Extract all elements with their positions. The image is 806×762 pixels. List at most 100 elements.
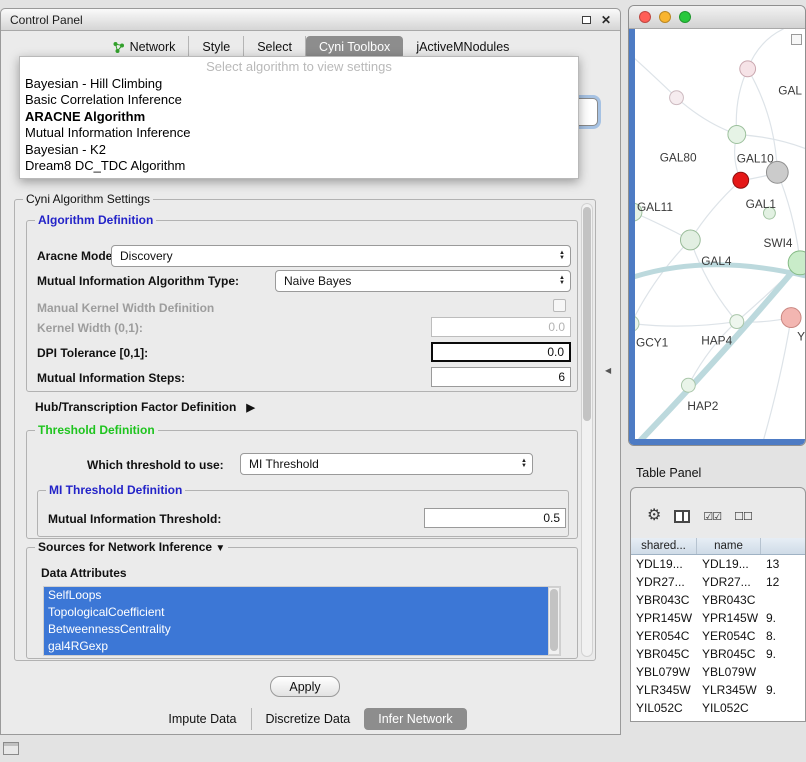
kernel-width-label: Kernel Width (0,1): xyxy=(37,321,143,335)
control-panel-window: Control Panel ✕ Network Style Select Cyn… xyxy=(0,8,621,735)
group-title: Cyni Algorithm Settings xyxy=(23,192,153,206)
table-cell: YER054C xyxy=(697,627,761,645)
algorithm-option-selected[interactable]: ARACNE Algorithm xyxy=(20,109,578,126)
network-node-label: HAP4 xyxy=(701,333,732,347)
list-scrollbar[interactable] xyxy=(548,587,560,655)
restore-panel-icon[interactable] xyxy=(3,742,19,755)
network-edge[interactable] xyxy=(677,98,737,135)
table-cell: YIL052C xyxy=(697,699,761,717)
network-edge[interactable] xyxy=(690,240,736,322)
network-node[interactable] xyxy=(781,308,801,328)
group-title: Threshold Definition xyxy=(35,423,158,437)
network-node[interactable] xyxy=(733,172,749,188)
network-node[interactable] xyxy=(680,230,700,250)
mi-threshold-input[interactable] xyxy=(424,508,566,528)
attribute-item-selected[interactable]: BetweennessCentrality xyxy=(44,621,548,638)
chevron-right-icon[interactable]: ▶ xyxy=(246,401,254,414)
tab-discretize-data[interactable]: Discretize Data xyxy=(252,708,365,730)
column-header[interactable]: shared... xyxy=(631,538,697,554)
mi-steps-input[interactable] xyxy=(431,367,571,387)
column-header[interactable] xyxy=(761,538,805,554)
manual-kernel-width-checkbox[interactable] xyxy=(553,299,566,312)
table-row[interactable]: YPR145WYPR145W9. xyxy=(631,609,805,627)
table-body: YDL19...YDL19...13YDR27...YDR27...12YBR0… xyxy=(631,555,805,717)
algorithm-option[interactable]: Mutual Information Inference xyxy=(20,125,578,142)
float-window-icon[interactable] xyxy=(582,16,591,24)
close-traffic-light-icon[interactable] xyxy=(639,11,651,23)
algorithm-option[interactable]: Dream8 DC_TDC Algorithm xyxy=(20,158,578,175)
table-row[interactable]: YBR045CYBR045C9. xyxy=(631,645,805,663)
network-edge[interactable] xyxy=(641,263,800,439)
splitter-collapse-icon[interactable]: ◀ xyxy=(605,366,611,375)
network-edge[interactable] xyxy=(635,59,677,98)
table-row[interactable]: YLR345WYLR345W9. xyxy=(631,681,805,699)
scrollbar-thumb[interactable] xyxy=(550,589,558,651)
table-cell: YBL079W xyxy=(631,663,697,681)
table-row[interactable]: YBL079WYBL079W xyxy=(631,663,805,681)
network-node[interactable] xyxy=(635,316,639,332)
chevron-updown-icon: ▲▼ xyxy=(521,459,527,469)
aracne-mode-select[interactable]: Discovery ▲▼ xyxy=(111,245,571,267)
mi-steps-label: Mutual Information Steps: xyxy=(37,371,185,385)
which-threshold-select[interactable]: MI Threshold ▲▼ xyxy=(240,453,533,475)
gear-icon[interactable]: ⚙ xyxy=(647,508,661,524)
select-all-icon[interactable]: ☑☑ xyxy=(703,510,721,523)
bottom-tab-bar: Impute Data Discretize Data Infer Networ… xyxy=(1,708,620,730)
data-attributes-list[interactable]: SelfLoops TopologicalCoefficient Between… xyxy=(43,586,561,656)
network-node[interactable] xyxy=(730,315,744,329)
table-cell: 9. xyxy=(761,609,805,627)
scrollbar-thumb[interactable] xyxy=(583,207,591,421)
attribute-item-selected[interactable]: gal4RGexp xyxy=(44,638,548,655)
window-title: Control Panel xyxy=(10,13,83,27)
table-row[interactable]: YER054CYER054C8. xyxy=(631,627,805,645)
tab-impute-data[interactable]: Impute Data xyxy=(154,708,251,730)
sources-group-title[interactable]: Sources for Network Inference ▼ xyxy=(35,540,228,554)
network-canvas-area[interactable]: GALGAL80GAL10GAL11GAL1SWI4GAL4GCY1HAP4HA… xyxy=(629,29,805,445)
algorithm-option[interactable]: Bayesian - K2 xyxy=(20,142,578,159)
network-node-label: GCY1 xyxy=(636,335,669,349)
apply-button[interactable]: Apply xyxy=(270,676,340,697)
algorithm-option[interactable]: Basic Correlation Inference xyxy=(20,92,578,109)
mi-algorithm-type-select[interactable]: Naive Bayes ▲▼ xyxy=(275,270,571,292)
deselect-all-icon[interactable]: ☐☐ xyxy=(734,510,752,523)
chevron-updown-icon: ▲▼ xyxy=(559,251,565,261)
network-edge[interactable] xyxy=(688,322,736,386)
zoom-traffic-light-icon[interactable] xyxy=(679,11,691,23)
column-header[interactable]: name xyxy=(697,538,761,554)
network-edge[interactable] xyxy=(635,240,690,324)
attribute-item-selected[interactable]: SelfLoops xyxy=(44,587,548,604)
network-node[interactable] xyxy=(670,91,684,105)
network-edge[interactable] xyxy=(635,322,737,327)
dpi-tolerance-input[interactable] xyxy=(431,342,571,362)
columns-icon[interactable] xyxy=(674,510,690,523)
network-node[interactable] xyxy=(681,378,695,392)
tab-infer-network[interactable]: Infer Network xyxy=(364,708,466,730)
close-window-icon[interactable]: ✕ xyxy=(601,14,611,26)
minimize-traffic-light-icon[interactable] xyxy=(659,11,671,23)
network-edge[interactable] xyxy=(736,69,747,135)
algorithm-option[interactable]: Bayesian - Hill Climbing xyxy=(20,76,578,93)
network-edge[interactable] xyxy=(763,318,791,439)
network-node[interactable] xyxy=(728,126,746,144)
table-cell: YPR145W xyxy=(697,609,761,627)
table-cell xyxy=(761,591,805,609)
kernel-width-input[interactable] xyxy=(431,317,571,337)
scrollbar-corner-box[interactable] xyxy=(791,34,802,45)
network-canvas[interactable]: GALGAL80GAL10GAL11GAL1SWI4GAL4GCY1HAP4HA… xyxy=(635,29,805,439)
table-row[interactable]: YBR043CYBR043C xyxy=(631,591,805,609)
chevron-down-icon[interactable]: ▼ xyxy=(215,543,225,554)
settings-scrollbar[interactable] xyxy=(581,203,593,657)
table-row[interactable]: YDL19...YDL19...13 xyxy=(631,555,805,573)
attribute-item-selected[interactable]: TopologicalCoefficient xyxy=(44,604,548,621)
control-panel-titlebar[interactable]: Control Panel ✕ xyxy=(1,9,620,31)
sources-title-label: Sources for Network Inference xyxy=(38,540,212,554)
network-window-titlebar[interactable] xyxy=(629,6,805,29)
hub-transcription-factor-section[interactable]: Hub/Transcription Factor Definition ▶ xyxy=(35,400,255,414)
node-table: shared... name YDL19...YDL19...13YDR27..… xyxy=(631,538,805,721)
group-title: Algorithm Definition xyxy=(35,213,156,227)
network-edge[interactable] xyxy=(690,180,740,240)
table-row[interactable]: YDR27...YDR27...12 xyxy=(631,573,805,591)
network-node[interactable] xyxy=(740,61,756,77)
table-row[interactable]: YIL052CYIL052C xyxy=(631,699,805,717)
network-edge[interactable] xyxy=(737,134,805,148)
